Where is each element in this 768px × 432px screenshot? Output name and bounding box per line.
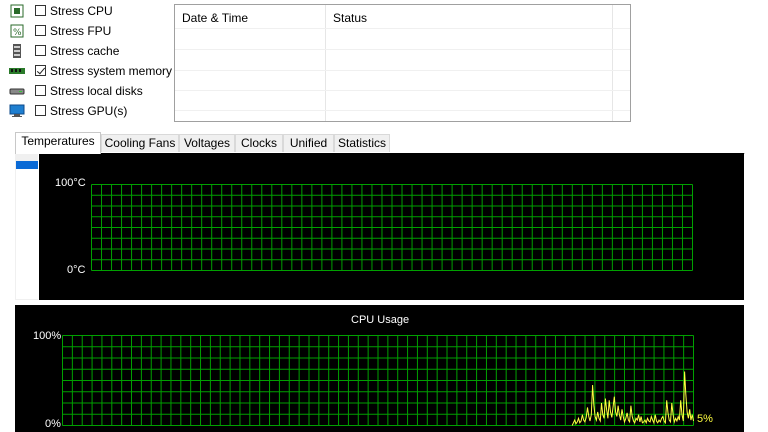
- stress-option-stress-system-memory[interactable]: Stress system memory: [9, 62, 179, 82]
- checkbox-label[interactable]: Stress cache: [50, 44, 119, 58]
- checkbox[interactable]: [35, 65, 46, 76]
- memory-icon: [9, 64, 25, 78]
- sensor-list-selected-item[interactable]: [16, 161, 38, 169]
- tab-unified[interactable]: Unified: [283, 134, 334, 152]
- cpu-icon: [9, 4, 25, 18]
- row-divider: [175, 70, 630, 71]
- sensor-list-area: [16, 169, 38, 299]
- tab-temperatures[interactable]: Temperatures: [15, 132, 101, 154]
- stress-option-stress-fpu[interactable]: % Stress FPU: [9, 22, 179, 42]
- svg-text:%: %: [13, 28, 22, 38]
- checkbox[interactable]: [35, 25, 46, 36]
- checkbox-label[interactable]: Stress local disks: [50, 84, 143, 98]
- row-divider: [175, 90, 630, 91]
- disk-icon: [9, 84, 25, 98]
- sensor-list[interactable]: [15, 153, 38, 300]
- checkbox-label[interactable]: Stress CPU: [50, 4, 113, 18]
- temperature-graph: 100°C 0°C: [39, 153, 744, 300]
- fpu-icon: %: [9, 24, 25, 38]
- row-divider: [175, 49, 630, 50]
- column-header-status[interactable]: Status: [333, 11, 367, 25]
- checkbox[interactable]: [35, 45, 46, 56]
- checkbox-label[interactable]: Stress GPU(s): [50, 104, 127, 118]
- checkbox[interactable]: [35, 85, 46, 96]
- tab-cooling-fans[interactable]: Cooling Fans: [101, 134, 179, 152]
- cpu-usage-series-line: [571, 371, 694, 426]
- column-header-date-time[interactable]: Date & Time: [182, 11, 248, 25]
- stress-option-stress-local-disks[interactable]: Stress local disks: [9, 82, 179, 102]
- checkbox-label[interactable]: Stress system memory: [50, 64, 172, 78]
- cache-icon: [9, 44, 25, 58]
- checkbox[interactable]: [35, 5, 46, 16]
- stress-option-stress-cache[interactable]: Stress cache: [9, 42, 179, 62]
- row-divider: [175, 110, 630, 111]
- tab-voltages[interactable]: Voltages: [179, 134, 235, 152]
- log-table: Date & Time Status: [174, 4, 631, 122]
- tab-clocks[interactable]: Clocks: [235, 134, 283, 152]
- tab-statistics[interactable]: Statistics: [334, 134, 390, 152]
- stress-option-stress-cpu[interactable]: Stress CPU: [9, 2, 179, 22]
- checkbox[interactable]: [35, 105, 46, 116]
- column-divider: [612, 5, 613, 121]
- checkbox-label[interactable]: Stress FPU: [50, 24, 111, 38]
- column-divider: [325, 5, 326, 121]
- stress-option-stress-gpu-s[interactable]: Stress GPU(s): [9, 102, 179, 122]
- row-divider: [175, 28, 630, 29]
- cpu-usage-graph: CPU Usage 100% 0% 5%: [15, 305, 744, 432]
- temperature-plot: [91, 184, 693, 271]
- cpu-usage-plot: [62, 335, 694, 426]
- gpu-icon: [9, 104, 25, 118]
